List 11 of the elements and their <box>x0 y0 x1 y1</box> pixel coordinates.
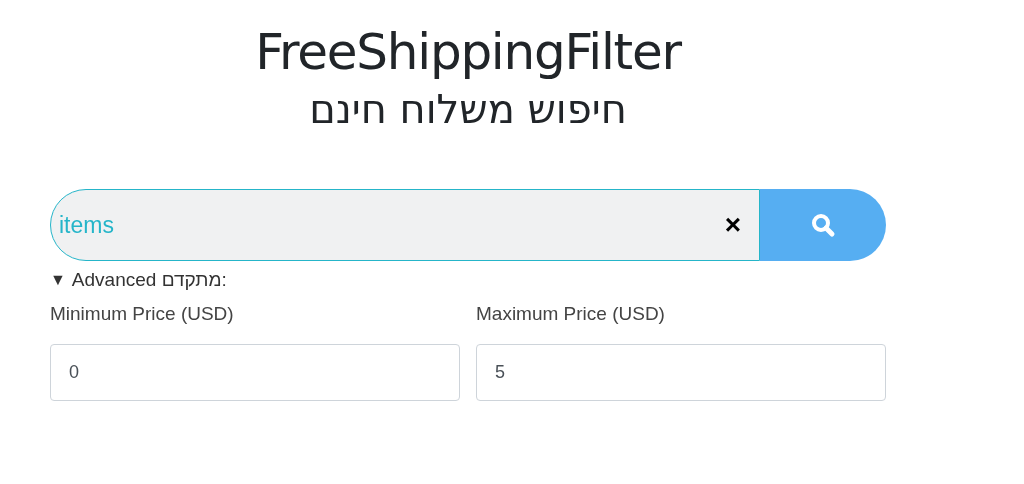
price-input[interactable]: 5 <box>476 344 886 401</box>
search-button[interactable] <box>760 189 886 261</box>
price-input[interactable]: 0 <box>50 344 460 401</box>
field-label: Minimum Price (USD) <box>50 302 235 326</box>
page-subtitle: חיפוש משלוח חינם <box>309 85 627 134</box>
advanced-toggle[interactable]: ▼ Advanced מתקדם: <box>50 267 227 293</box>
page-title: FreeShippingFilter <box>255 22 681 82</box>
clear-button[interactable]: × <box>724 211 741 239</box>
field-label: Maximum Price (USD) <box>476 302 666 326</box>
search-icon <box>810 212 836 238</box>
search-field[interactable]: items × <box>50 189 760 261</box>
